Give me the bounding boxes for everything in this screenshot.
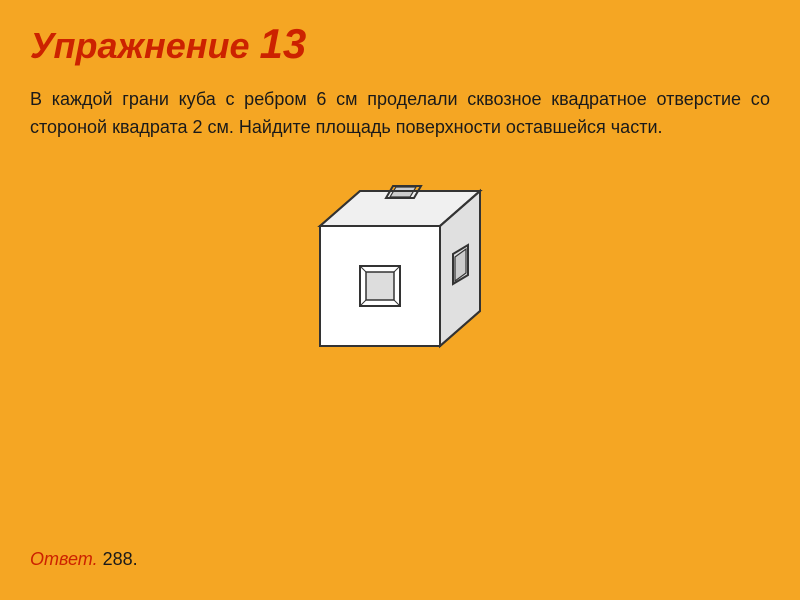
answer-value: 288. [98,549,138,569]
problem-text: В каждой грани куба с ребром 6 см продел… [30,86,770,142]
title-prefix: Упражнение [30,25,260,66]
title-number: 13 [260,20,307,67]
cube-illustration [30,166,770,376]
cube-svg [290,166,510,376]
answer-label: Ответ. [30,549,98,569]
page-container: Упражнение 13 В каждой грани куба с ребр… [0,0,800,600]
answer-section: Ответ. 288. [30,549,138,570]
exercise-title: Упражнение 13 [30,20,770,68]
